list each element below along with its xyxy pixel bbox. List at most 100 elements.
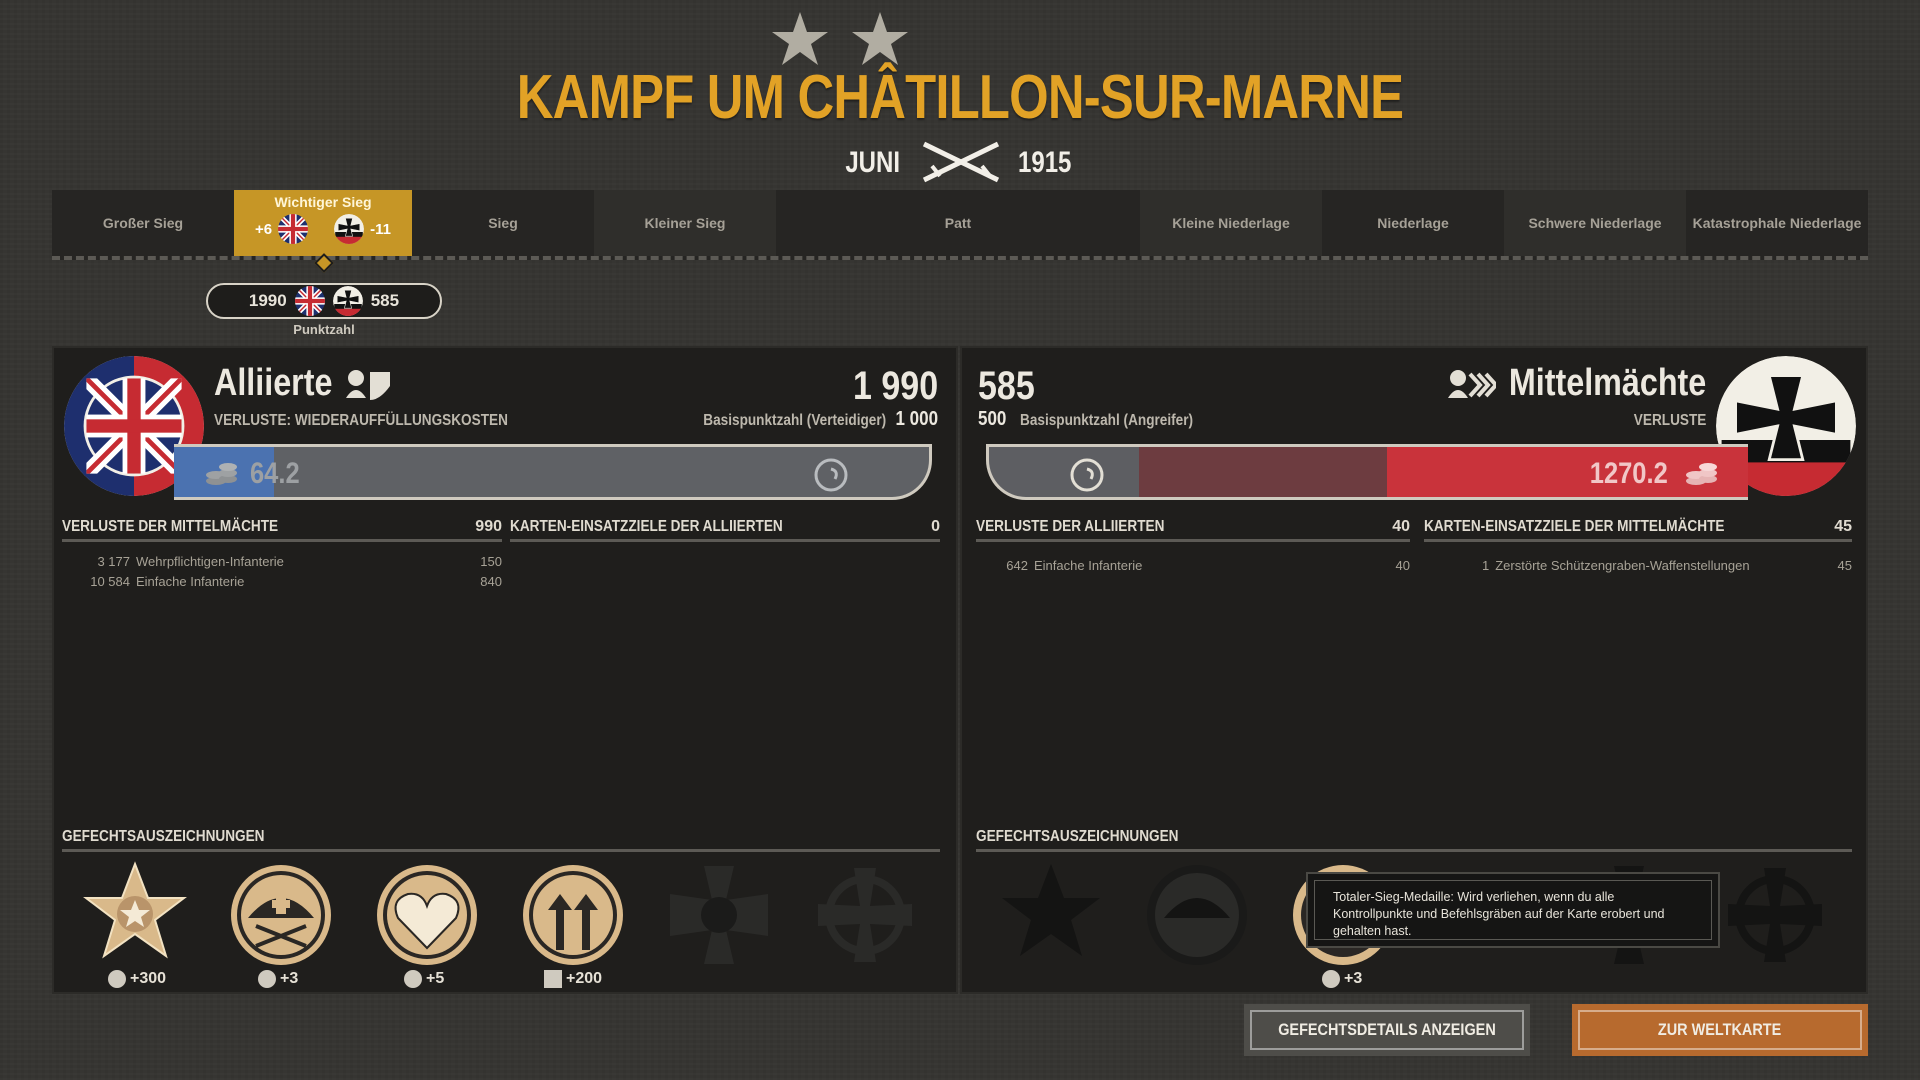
allies-base-value: 1 000 bbox=[895, 408, 938, 430]
objective-value: 45 bbox=[1837, 558, 1852, 573]
crossed-swords-icon bbox=[922, 141, 1000, 183]
outcome-label: Großer Sieg bbox=[102, 215, 184, 231]
section-title: KARTEN-EINSATZZIELE DER ALLIIERTEN bbox=[510, 518, 783, 535]
soldier-icon bbox=[258, 970, 276, 988]
iron-cross-medal-icon[interactable] bbox=[664, 860, 774, 970]
show-battle-details-button[interactable]: GEFECHTSDETAILS ANZEIGEN bbox=[1244, 1004, 1530, 1056]
outcome-label: Patt bbox=[944, 215, 972, 231]
central-awards-header: GEFECHTSAUSZEICHNUNGEN bbox=[976, 826, 1852, 852]
section-title: VERLUSTE DER MITTELMÄCHTE bbox=[62, 518, 279, 535]
allies-awards-header: GEFECHTSAUSZEICHNUNGEN bbox=[62, 826, 940, 852]
world-map-button[interactable]: ZUR WELTKARTE bbox=[1572, 1004, 1868, 1056]
outcome-important-victory: Wichtiger Sieg +6 -11 bbox=[234, 190, 412, 256]
german-flag-icon bbox=[334, 214, 364, 244]
defender-icon bbox=[346, 370, 390, 400]
tooltip-text: Totaler-Sieg-Medaille: Wird verliehen, w… bbox=[1314, 880, 1712, 940]
allies-losses-label: VERLUSTE: WIEDERAUFFÜLLUNGSKOSTEN bbox=[214, 412, 508, 429]
medal-tooltip: Totaler-Sieg-Medaille: Wird verliehen, w… bbox=[1306, 872, 1720, 948]
objective-count: 1 bbox=[1482, 558, 1490, 573]
loss-row: 642 Einfache Infanterie 40 bbox=[1002, 558, 1410, 576]
loss-count: 3 177 bbox=[97, 554, 130, 569]
objective-name: Zerstörte Schützengraben-Waffenstellunge… bbox=[1495, 558, 1750, 573]
star-medal-icon[interactable] bbox=[80, 860, 190, 970]
outcome-minor-defeat: Kleine Niederlage bbox=[1140, 190, 1322, 256]
outcome-major-victory: Großer Sieg bbox=[52, 190, 234, 256]
central-bar-value: 1270.2 bbox=[1589, 457, 1668, 490]
allies-base-label: Basispunktzahl (Verteidiger) bbox=[703, 412, 886, 429]
outcome-label: Wichtiger Sieg bbox=[274, 194, 372, 210]
button-label: GEFECHTSDETAILS ANZEIGEN bbox=[1278, 1020, 1496, 1039]
allies-losses-header: VERLUSTE DER ALLIIERTEN 40 bbox=[976, 516, 1410, 542]
loss-row: 10 584 Einfache Infanterie 840 bbox=[84, 574, 502, 592]
medal-value: +5 bbox=[426, 970, 445, 987]
medal-bonus: +3 bbox=[1322, 970, 1362, 988]
battle-month: JUNI bbox=[845, 146, 900, 179]
medal-bonus: +300 bbox=[108, 970, 166, 988]
central-bar-pending bbox=[1139, 447, 1387, 497]
arrows-medal-icon[interactable] bbox=[518, 860, 628, 970]
outcome-stalemate: Patt bbox=[776, 190, 1140, 256]
coins-icon bbox=[1684, 457, 1718, 487]
central-base-label: Basispunktzahl (Angreifer) bbox=[1020, 412, 1194, 429]
medal-bonus: +200 bbox=[544, 970, 602, 988]
objective-row: 1 Zerstörte Schützengraben-Waffenstellun… bbox=[1482, 558, 1852, 576]
loss-count: 642 bbox=[1006, 558, 1028, 573]
section-total: 0 bbox=[931, 518, 940, 535]
allies-delta: +6 bbox=[255, 220, 273, 238]
section-title: GEFECHTSAUSZEICHNUNGEN bbox=[62, 828, 265, 845]
allies-bar-value: 64.2 bbox=[250, 457, 300, 490]
swirl-icon bbox=[1070, 458, 1104, 492]
round-cross-medal-icon[interactable] bbox=[810, 860, 920, 970]
section-total: 45 bbox=[1834, 518, 1852, 535]
central-score-value: 585 bbox=[370, 291, 400, 310]
soldier-icon bbox=[404, 970, 422, 988]
allies-name: Alliierte bbox=[214, 362, 333, 404]
central-name: Mittelmächte bbox=[1508, 362, 1706, 404]
swirl-icon bbox=[814, 458, 848, 492]
outcome-label: Sieg bbox=[488, 215, 518, 231]
uk-flag-icon bbox=[295, 286, 325, 316]
outcome-label: Kleiner Sieg bbox=[644, 215, 726, 231]
medal-bonus: +3 bbox=[258, 970, 298, 988]
star-medal-icon[interactable] bbox=[996, 860, 1106, 970]
allies-score-value: 1990 bbox=[248, 291, 287, 310]
loss-unit: Einfache Infanterie bbox=[1034, 558, 1143, 573]
section-title: GEFECHTSAUSZEICHNUNGEN bbox=[976, 828, 1179, 845]
central-losses-label: VERLUSTE bbox=[1633, 412, 1706, 429]
medal-value: +3 bbox=[280, 970, 299, 987]
outcome-defeat: Niederlage bbox=[1322, 190, 1504, 256]
button-label: ZUR WELTKARTE bbox=[1658, 1020, 1782, 1039]
central-score: 585 bbox=[978, 364, 1035, 408]
battle-date: JUNI 1915 bbox=[0, 138, 1920, 188]
trench-icon bbox=[544, 970, 562, 988]
battle-title: KAMPF UM CHÂTILLON-SUR-MARNE bbox=[516, 63, 1404, 132]
round-cross-medal-icon[interactable] bbox=[1720, 860, 1830, 970]
battle-year: 1915 bbox=[1018, 146, 1072, 179]
allies-replenish-bar: 64.2 bbox=[174, 444, 932, 500]
loss-value: 840 bbox=[480, 574, 502, 589]
attacker-icon bbox=[1448, 370, 1496, 398]
allies-objectives-header: KARTEN-EINSATZZIELE DER ALLIIERTEN 0 bbox=[510, 516, 940, 542]
outcome-scale: Großer Sieg Wichtiger Sieg +6 -11 Sieg K… bbox=[52, 190, 1868, 260]
section-total: 990 bbox=[475, 518, 502, 535]
outcome-minor-victory: Kleiner Sieg bbox=[594, 190, 776, 256]
loss-row: 3 177 Wehrpflichtigen-Infanterie 150 bbox=[84, 554, 502, 572]
helmet-medal-icon[interactable] bbox=[1142, 860, 1252, 970]
central-objectives-header: KARTEN-EINSATZZIELE DER MITTELMÄCHTE 45 bbox=[1424, 516, 1852, 542]
central-loss-bar: 1270.2 bbox=[986, 444, 1748, 500]
section-total: 40 bbox=[1392, 518, 1410, 535]
outcome-victory: Sieg bbox=[412, 190, 594, 256]
allies-score: 1 990 bbox=[852, 364, 938, 408]
section-title: VERLUSTE DER ALLIIERTEN bbox=[976, 518, 1165, 535]
medal-value: +200 bbox=[566, 970, 603, 987]
medal-value: +3 bbox=[1344, 970, 1363, 987]
loss-unit: Einfache Infanterie bbox=[136, 574, 245, 589]
helmet-medal-icon[interactable] bbox=[226, 860, 336, 970]
german-flag-icon bbox=[333, 286, 363, 316]
heart-medal-icon[interactable] bbox=[372, 860, 482, 970]
outcome-catastrophic-defeat: Katastrophale Niederlage bbox=[1686, 190, 1868, 256]
score-pill: 1990 585 bbox=[206, 283, 442, 319]
medal-bonus: +5 bbox=[404, 970, 444, 988]
coins-icon bbox=[204, 457, 238, 487]
coins-icon bbox=[108, 970, 126, 988]
